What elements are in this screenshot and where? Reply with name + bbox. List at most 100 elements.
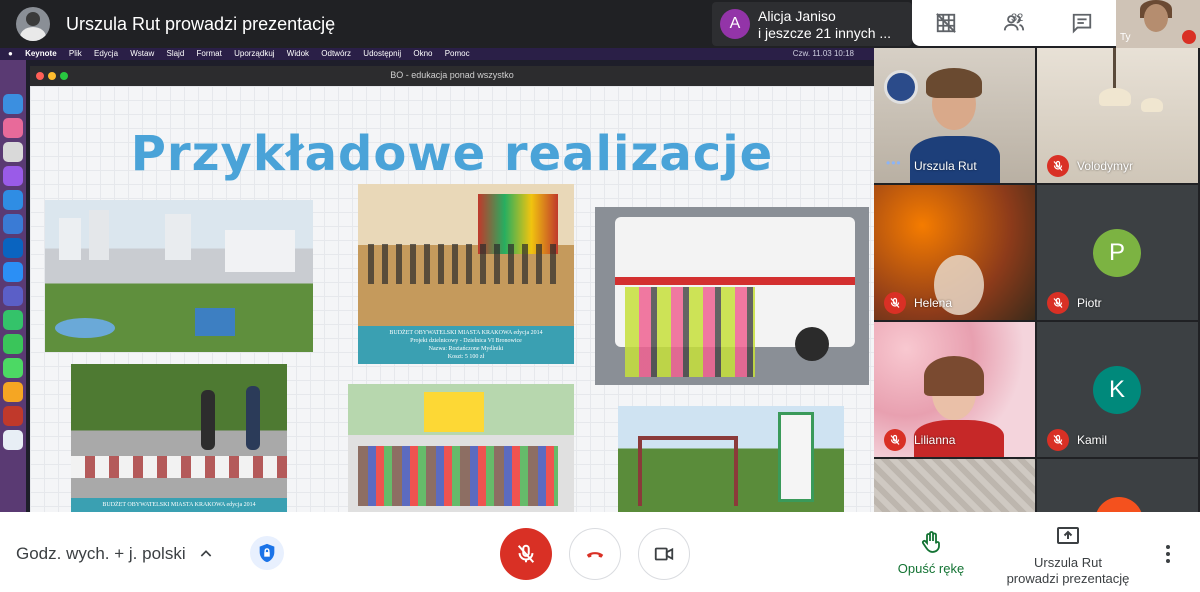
dancers-shape <box>368 244 564 284</box>
self-video-tile[interactable]: Ty <box>1116 0 1200 48</box>
toast-text: Alicja Janiso i jeszcze 21 innych ... <box>758 8 891 42</box>
hair-shape <box>924 356 984 396</box>
safari-icon <box>3 190 23 210</box>
mac-menu-bar: ● Keynote Plik Edycja Wstaw Slajd Format… <box>0 48 874 60</box>
chat-button[interactable] <box>1048 0 1116 46</box>
app-store-icon <box>3 262 23 282</box>
toast-line-1: Alicja Janiso <box>758 8 836 24</box>
menu-item: Pomoc <box>444 49 470 58</box>
participant-tile[interactable] <box>874 459 1035 512</box>
participant-tile[interactable]: ••• Urszula Rut <box>874 48 1035 183</box>
mic-off-icon <box>884 292 906 314</box>
participant-tile[interactable]: P Piotr <box>1037 185 1198 320</box>
photo-gym-dance: BUDŻET OBYWATELSKI MIASTA KRAKOWA edycja… <box>358 184 574 364</box>
pedestrian-shape <box>201 390 215 450</box>
video-camera-icon <box>654 547 674 561</box>
swing-frame-shape <box>638 436 738 506</box>
mac-dock <box>0 60 26 512</box>
poster-shape <box>424 392 484 432</box>
apple-icon: ● <box>8 49 13 58</box>
participant-name: Volodymyr <box>1077 159 1134 173</box>
host-controls-button[interactable] <box>250 536 284 570</box>
launchpad-icon <box>3 118 23 138</box>
caption-line: Nazwa: Roztańczone Mydlniki <box>428 346 504 352</box>
participant-avatar <box>1095 497 1143 512</box>
self-face <box>1144 4 1168 32</box>
menu-item: Widok <box>286 49 310 58</box>
lamp-shape <box>1099 88 1131 106</box>
participant-name: Piotr <box>1077 296 1102 310</box>
people-button[interactable]: 32 <box>980 0 1048 46</box>
presenter-bar: Urszula Rut prowadzi prezentację A Alicj… <box>0 0 1200 48</box>
participant-tile[interactable]: Volodymyr <box>1037 48 1198 183</box>
menu-item: Wstaw <box>130 49 155 58</box>
lower-hand-label: Opuść rękę <box>897 561 965 576</box>
participant-name: Urszula Rut <box>914 159 977 173</box>
chat-icon <box>1072 13 1092 34</box>
building-shape <box>89 210 109 260</box>
grid-off-icon <box>936 13 956 33</box>
more-options-icon[interactable] <box>1156 542 1180 566</box>
menu-item: Uporządkuj <box>234 49 275 58</box>
participant-avatar: K <box>1093 366 1141 414</box>
facetime-icon <box>3 334 23 354</box>
info-board-shape <box>778 412 814 502</box>
ambulance-stripe <box>615 277 855 285</box>
menu-app-name: Keynote <box>25 49 57 58</box>
meeting-title: Godz. wych. + j. polski <box>16 544 186 563</box>
shield-lock-icon <box>259 543 275 563</box>
menu-item: Okno <box>413 49 433 58</box>
building-shape <box>165 214 191 260</box>
leave-call-button[interactable] <box>569 528 621 580</box>
camera-toggle-button[interactable] <box>638 528 690 580</box>
chevron-up-icon[interactable] <box>198 546 214 562</box>
participant-tile[interactable]: Lilianna <box>874 322 1035 457</box>
menu-item: Udostępnij <box>363 49 402 58</box>
pond-shape <box>55 318 115 338</box>
hair-shape <box>926 68 982 98</box>
whatsapp-icon <box>3 310 23 330</box>
building-shape <box>225 230 295 272</box>
photo-playground <box>618 406 844 512</box>
slide-title: Przykładowe realizacje <box>130 126 774 182</box>
children-shape <box>625 287 755 377</box>
layout-button[interactable] <box>912 0 980 46</box>
photo-crosswalk: BUDŻET OBYWATELSKI MIASTA KRAKOWA edycja… <box>71 364 287 512</box>
caption-line: BUDŻET OBYWATELSKI MIASTA KRAKOWA edycja… <box>102 502 256 508</box>
participant-tile[interactable]: Helena <box>874 185 1035 320</box>
building-shape <box>59 218 81 260</box>
join-notification[interactable]: A Alicja Janiso i jeszcze 21 innych ... <box>712 2 912 46</box>
presentation-label: Urszula Rut prowadzi prezentację <box>998 555 1138 587</box>
photo-caption: BUDŻET OBYWATELSKI MIASTA KRAKOWA edycja… <box>358 326 574 364</box>
photo-caption: BUDŻET OBYWATELSKI MIASTA KRAKOWA edycja… <box>71 498 287 512</box>
menu-item: Format <box>196 49 222 58</box>
presenter-title: Urszula Rut prowadzi prezentację <box>66 14 336 34</box>
caption-line: BUDŻET OBYWATELSKI MIASTA KRAKOWA edycja… <box>389 330 543 336</box>
participant-tile[interactable]: K Kamil <box>1037 322 1198 457</box>
photo-book-stand <box>348 384 574 512</box>
toast-avatar: A <box>720 9 750 39</box>
presentation-label-line-1: Urszula Rut <box>1034 555 1102 570</box>
participant-tile[interactable] <box>1037 459 1198 512</box>
finder-icon <box>3 94 23 114</box>
teams-icon <box>3 286 23 306</box>
self-label: Ty <box>1120 32 1131 43</box>
participant-name: Lilianna <box>914 433 956 447</box>
calendar-icon <box>3 142 23 162</box>
participant-name: Helena <box>914 296 953 310</box>
mic-off-icon <box>1047 155 1069 177</box>
keynote-window: BO - edukacja ponad wszystko Przykładowe… <box>30 66 874 512</box>
bottom-control-bar: Godz. wych. + j. polski Opuść rękę Urszu… <box>0 512 1200 592</box>
presenter-avatar <box>16 7 50 41</box>
presentation-label-line-2: prowadzi prezentację <box>1006 571 1130 586</box>
pedestrian-shape <box>246 386 260 450</box>
crosswalk-shape <box>71 456 287 478</box>
outlook-icon <box>3 238 23 258</box>
wall-clock-shape <box>884 70 918 104</box>
lower-hand-button[interactable]: Opuść rękę <box>884 530 978 576</box>
participant-name: Kamil <box>1077 433 1108 447</box>
books-shape <box>358 446 558 506</box>
microphone-toggle-button[interactable] <box>500 528 552 580</box>
mic-off-icon <box>884 429 906 451</box>
presentation-button[interactable]: Urszula Rut prowadzi prezentację <box>998 524 1138 587</box>
